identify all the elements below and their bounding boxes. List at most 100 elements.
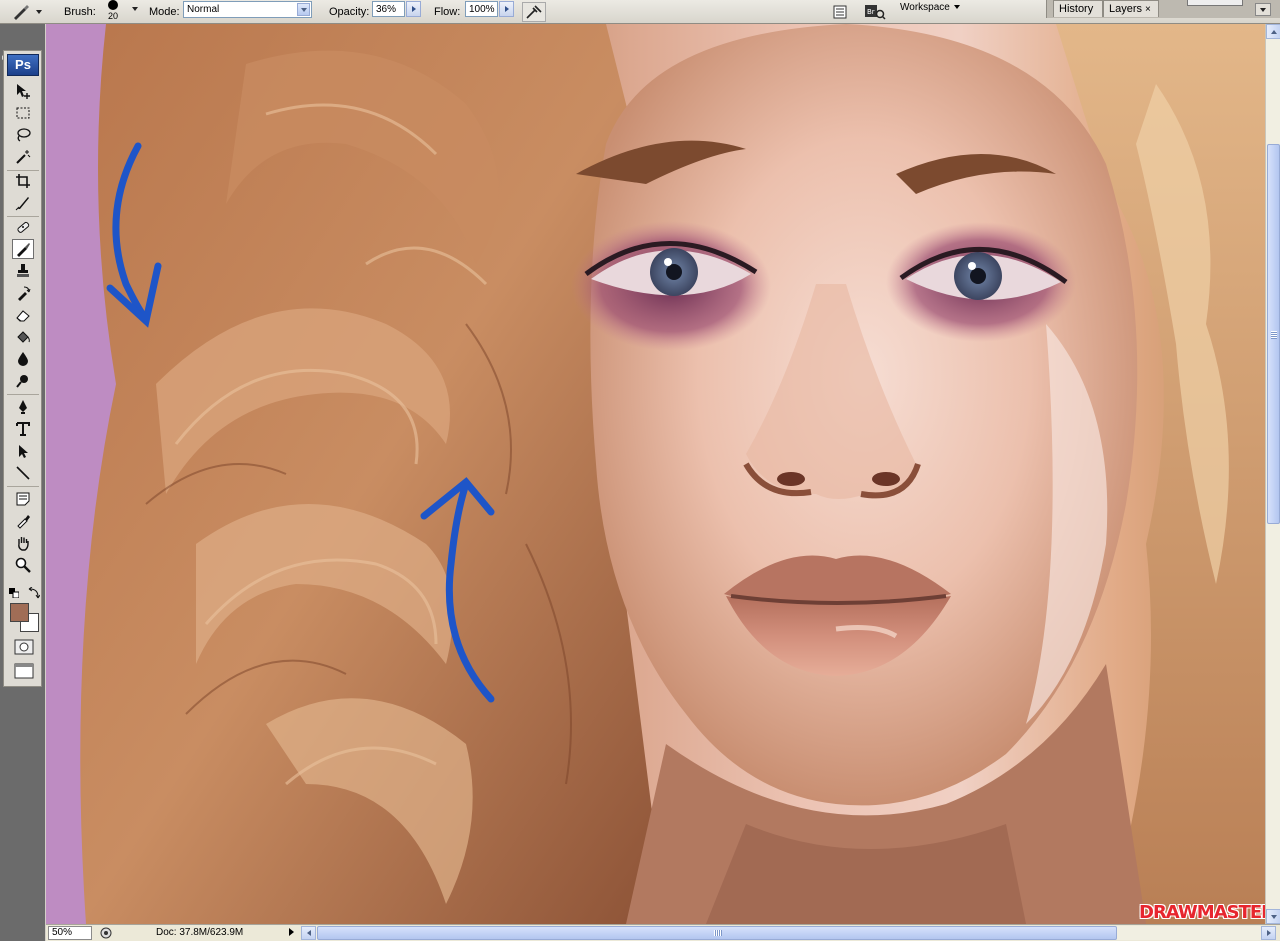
hand-tool[interactable] [12,533,34,553]
status-bar: 50% Doc: 37.8M/623.9M [46,924,1280,941]
lasso-tool[interactable] [12,125,34,145]
chevron-down-icon [36,10,42,14]
magic-wand-icon [16,150,31,164]
hand-icon [18,537,29,551]
path-selection-tool[interactable] [12,441,34,461]
dodge-tool[interactable] [12,371,34,391]
workspace-label: Workspace [900,1,950,13]
horizontal-scroll-thumb[interactable] [317,926,1117,940]
preview-icon [100,927,112,939]
marquee-icon [16,107,30,119]
crop-tool[interactable] [12,171,34,191]
tab-layers-label: Layers [1109,3,1143,15]
palette-well-icon [833,5,847,19]
brush-tool[interactable] [12,239,34,259]
blend-mode-select[interactable]: Normal [183,1,312,18]
paint-bucket-tool[interactable] [12,327,34,347]
brush-tip-icon [108,0,118,10]
magic-wand-tool[interactable] [12,147,34,167]
foreground-color-swatch[interactable] [10,603,29,622]
photoshop-logo[interactable]: Ps [7,54,39,76]
brush-icon [17,243,30,257]
blend-mode-value: Normal [187,4,220,15]
preview-button[interactable] [98,926,114,940]
move-icon [17,84,30,99]
healing-brush-tool[interactable] [12,217,34,237]
document-canvas[interactable]: DRAWMASTER.RU [46,24,1265,924]
scroll-right-button[interactable] [1261,926,1276,940]
type-tool[interactable] [12,419,34,439]
slice-tool[interactable] [12,193,34,213]
eraser-icon [16,310,30,322]
opacity-input[interactable]: 36% [372,1,405,17]
pen-icon [19,400,27,414]
document-size-info: Doc: 37.8M/623.9M [156,927,244,938]
chevron-up-icon [1270,29,1277,34]
chevron-down-icon [132,7,138,11]
paint-bucket-icon [17,331,30,343]
history-brush-icon [18,286,31,301]
quick-mask-icon[interactable] [14,639,34,655]
move-tool[interactable] [12,81,34,101]
notes-tool[interactable] [12,489,34,509]
panel-collapsed-area [1187,0,1243,6]
chevron-down-icon [953,5,960,9]
path-select-icon [19,445,28,458]
bridge-button[interactable]: Br [862,2,888,22]
brush-size-picker[interactable]: 20 [104,0,138,24]
opacity-slider-button[interactable] [406,1,421,17]
chevron-right-icon [504,6,509,12]
mode-label: Mode: [149,6,180,18]
drop-icon [18,352,28,366]
tab-layers[interactable]: Layers × [1103,0,1159,17]
scroll-up-button[interactable] [1266,24,1280,39]
svg-text:Br: Br [867,8,875,16]
brush-preset-icon [10,3,32,21]
scroll-down-button[interactable] [1266,909,1280,924]
flow-input[interactable]: 100% [465,1,498,17]
eraser-tool[interactable] [12,305,34,325]
clone-stamp-tool[interactable] [12,261,34,281]
chevron-left-icon [306,930,311,936]
panel-well: History Layers × [1046,0,1280,18]
dodge-icon [16,375,28,388]
portrait-painting [46,24,1265,924]
vertical-scrollbar[interactable] [1265,24,1280,924]
flow-slider-button[interactable] [499,1,514,17]
tool-preset-picker[interactable] [10,0,50,24]
history-brush-tool[interactable] [12,283,34,303]
stamp-icon [17,264,29,277]
slice-icon [15,197,29,211]
airbrush-toggle[interactable] [522,2,546,22]
workspace-menu[interactable]: Workspace [900,0,960,14]
chevron-right-icon [1266,930,1271,936]
opacity-label: Opacity: [329,6,370,18]
vertical-scroll-thumb[interactable] [1267,144,1280,524]
brush-size-value: 20 [108,11,119,21]
chevron-down-icon [297,3,310,16]
marquee-tool[interactable] [12,103,34,123]
bridge-icon: Br [865,5,886,20]
line-tool[interactable] [12,463,34,483]
horizontal-scrollbar[interactable] [301,926,1276,940]
pen-tool[interactable] [12,397,34,417]
panel-menu-button[interactable] [1255,3,1271,16]
toggle-palettes-button[interactable] [830,2,850,22]
zoom-level-input[interactable]: 50% [48,926,92,940]
eyedropper-tool[interactable] [12,511,34,531]
tool-separator [7,486,39,487]
grip-icon [1271,331,1277,339]
default-colors-icon[interactable] [9,588,19,598]
screen-mode-icon[interactable] [14,663,34,679]
status-menu-arrow-icon[interactable] [289,928,294,936]
brush-label: Brush: [64,6,96,18]
site-watermark: DRAWMASTER.RU [1139,902,1265,923]
scroll-left-button[interactable] [301,926,316,940]
blur-tool[interactable] [12,349,34,369]
options-bar: Brush: 20 Mode: Normal Opacity: 36% Flow… [0,0,1280,24]
line-icon [16,466,30,480]
close-icon[interactable]: × [1145,4,1151,15]
tab-history[interactable]: History [1053,0,1103,17]
zoom-tool[interactable] [12,555,34,575]
swap-colors-icon[interactable] [28,587,40,599]
